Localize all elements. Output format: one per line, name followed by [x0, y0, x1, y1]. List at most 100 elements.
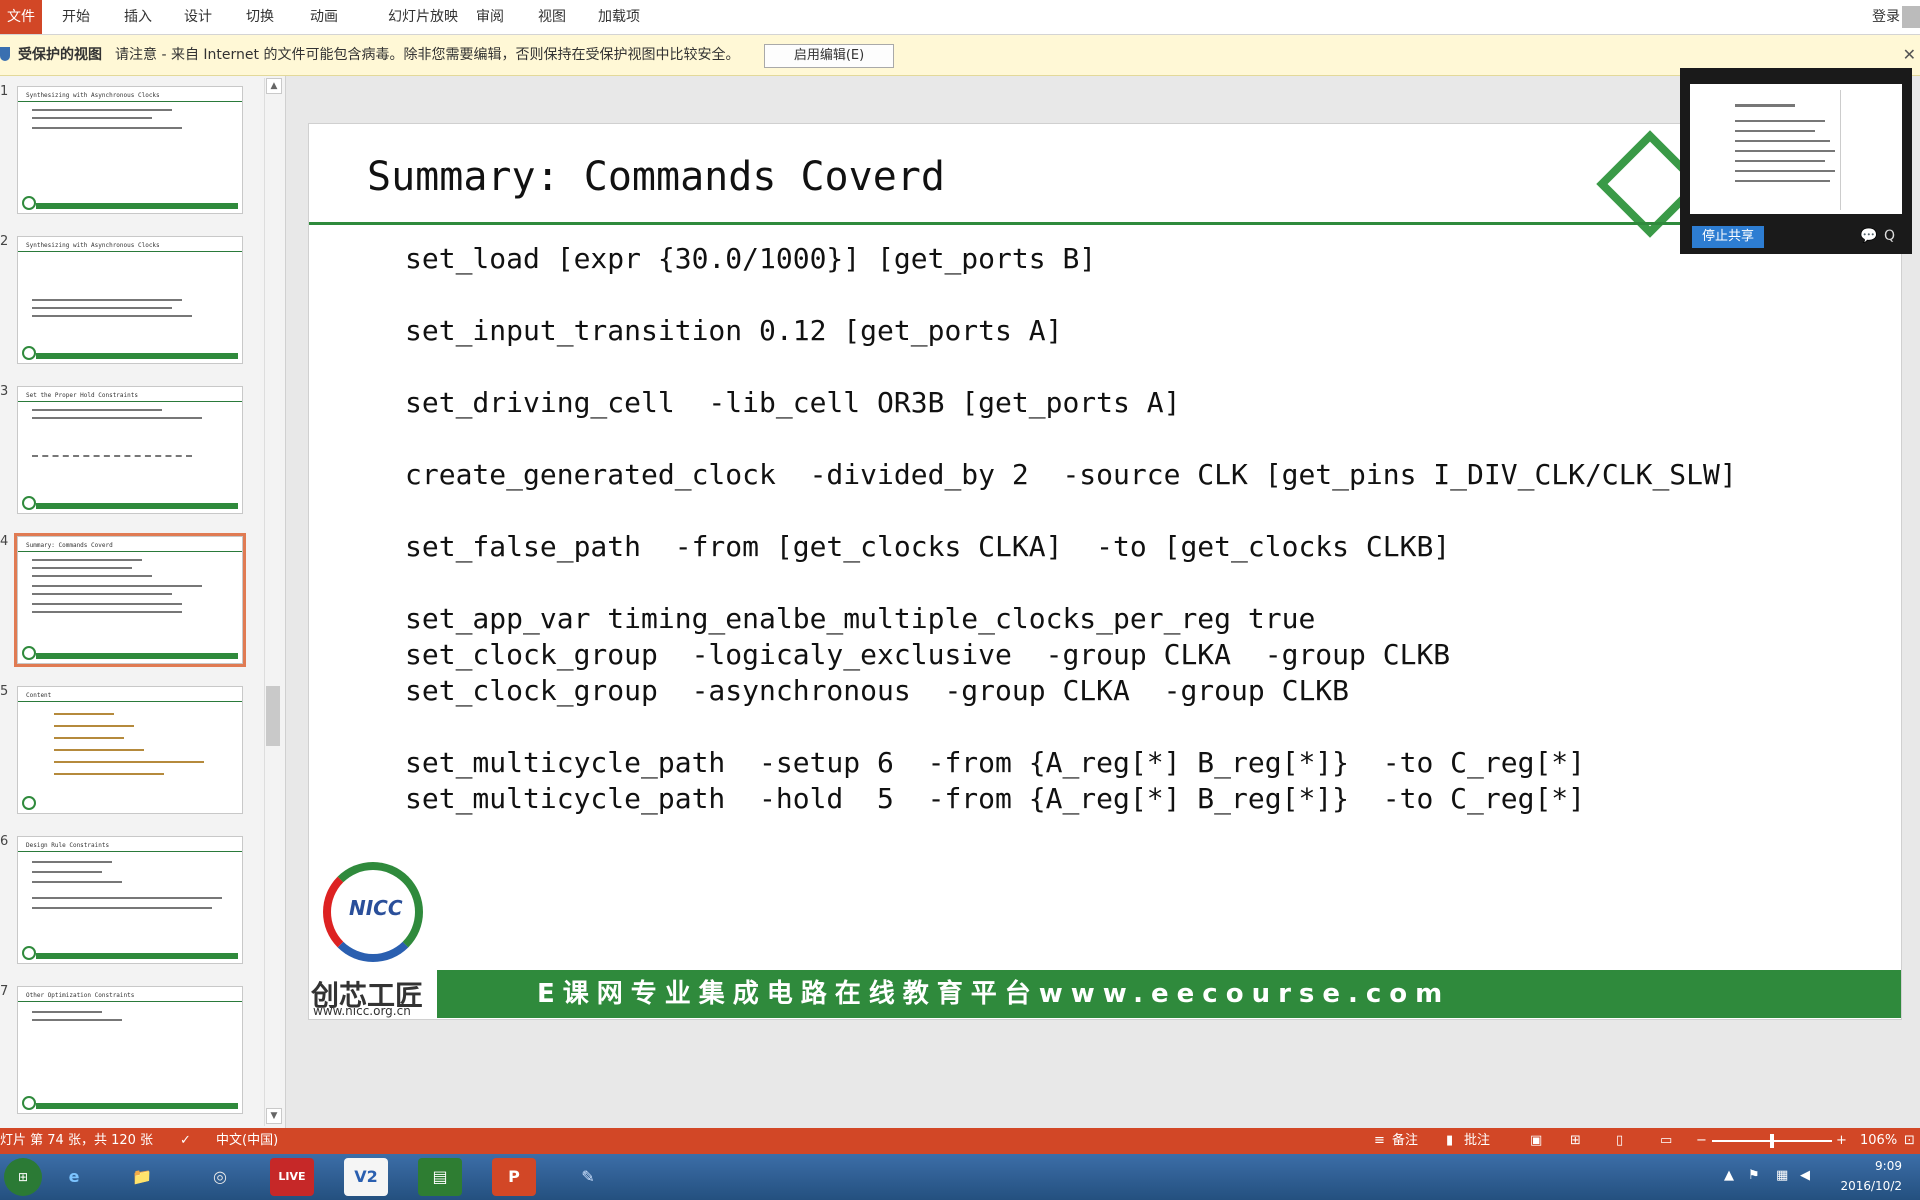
scrollbar-thumb[interactable]: [266, 686, 280, 746]
protected-view-message: 请注意 - 来自 Internet 的文件可能包含病毒。除非您需要编辑，否则保持…: [115, 47, 740, 63]
slide-thumbnail-6[interactable]: Design Rule Constraints: [17, 836, 243, 964]
spellcheck-icon[interactable]: ✓: [180, 1128, 191, 1154]
command-line[interactable]: set_app_var timing_enalbe_multiple_clock…: [405, 602, 1315, 635]
qa-icon[interactable]: Q: [1884, 228, 1895, 244]
thumb-text-line: [32, 861, 112, 863]
slide-counter: 灯片 第 74 张，共 120 张: [0, 1133, 154, 1148]
slide-thumbnail-5[interactable]: Content: [17, 686, 243, 814]
close-icon[interactable]: ✕: [1903, 45, 1916, 64]
tray-chevron-icon[interactable]: ▲: [1724, 1168, 1734, 1183]
tab-animations[interactable]: 动画: [310, 0, 338, 34]
thumb-title: Other Optimization Constraints: [26, 992, 135, 999]
command-line[interactable]: set_false_path -from [get_clocks CLKA] -…: [405, 530, 1450, 563]
windows-taskbar: ⊞ e 📁 ◎ LIVE V2 ▤ P ✎ ▲ ⚑ ▦ ◀ 9:09 2016/…: [0, 1154, 1920, 1200]
tab-design[interactable]: 设计: [184, 0, 212, 34]
command-line[interactable]: set_clock_group -asynchronous -group CLK…: [405, 674, 1349, 707]
command-line[interactable]: create_generated_clock -divided_by 2 -so…: [405, 458, 1737, 491]
thumb-number: 4: [0, 534, 9, 549]
start-button[interactable]: ⊞: [4, 1158, 42, 1196]
preview-slide: [1700, 90, 1841, 210]
preview-text-line: [1735, 130, 1815, 132]
thumb-title: Summary: Commands Coverd: [26, 542, 113, 549]
command-line[interactable]: set_multicycle_path -hold 5 -from {A_reg…: [405, 782, 1585, 815]
thumb-text-line: [32, 603, 182, 605]
thumb-text-line: [54, 713, 114, 715]
chrome-icon[interactable]: ◎: [198, 1158, 242, 1196]
normal-view-icon[interactable]: ▣: [1530, 1128, 1542, 1154]
volume-icon[interactable]: ◀: [1800, 1168, 1810, 1183]
network-icon[interactable]: ▦: [1776, 1168, 1788, 1183]
tab-view[interactable]: 视图: [538, 0, 566, 34]
scroll-up-icon[interactable]: ▲: [266, 78, 282, 94]
thumb-text-line: [32, 567, 132, 569]
slide-thumbnail-1[interactable]: Synthesizing with Asynchronous Clocks: [17, 86, 243, 214]
slide-sorter-icon[interactable]: ⊞: [1570, 1128, 1581, 1154]
thumb-banner: [36, 953, 238, 959]
thumbnails-scrollbar[interactable]: [264, 78, 283, 1126]
fit-slide-icon[interactable]: ⊡: [1904, 1128, 1915, 1154]
comments-button[interactable]: 批注: [1464, 1128, 1490, 1154]
slideshow-icon[interactable]: ▭: [1660, 1128, 1672, 1154]
v2-app-icon[interactable]: V2: [344, 1158, 388, 1196]
language-indicator[interactable]: 中文(中国): [216, 1128, 278, 1154]
scroll-down-icon[interactable]: ▼: [266, 1108, 282, 1124]
stop-sharing-button[interactable]: 停止共享: [1692, 226, 1764, 248]
ie-icon[interactable]: e: [52, 1158, 96, 1196]
thumb-text-line: [54, 749, 144, 751]
command-line[interactable]: set_load [expr {30.0/1000}] [get_ports B…: [405, 242, 1096, 275]
tab-transitions[interactable]: 切换: [246, 0, 274, 34]
avatar[interactable]: [1902, 6, 1920, 28]
thumb-text-line: [32, 409, 162, 411]
thumb-text-line: [32, 315, 192, 317]
command-line[interactable]: set_input_transition 0.12 [get_ports A]: [405, 314, 1062, 347]
preview-text-line: [1735, 180, 1830, 182]
slide-title[interactable]: Summary: Commands Coverd: [367, 154, 945, 200]
slide-thumbnail-2[interactable]: Synthesizing with Asynchronous Clocks: [17, 236, 243, 364]
thumb-title: Content: [26, 692, 52, 699]
powerpoint-icon[interactable]: P: [492, 1158, 536, 1196]
comments-icon[interactable]: ▮: [1446, 1128, 1453, 1154]
paint-app-icon[interactable]: ✎: [566, 1158, 610, 1196]
login-link[interactable]: 登录: [1872, 0, 1900, 34]
file-tab[interactable]: 文件: [0, 0, 42, 34]
live-app-icon[interactable]: LIVE: [270, 1158, 314, 1196]
tab-slideshow[interactable]: 幻灯片放映: [388, 0, 458, 34]
preview-title-line: [1735, 104, 1795, 107]
nicc-logo-text: NICC: [349, 896, 403, 920]
explorer-icon[interactable]: 📁: [120, 1158, 164, 1196]
slide-thumbnail-7[interactable]: Other Optimization Constraints: [17, 986, 243, 1114]
clock-time: 9:09: [1875, 1159, 1902, 1173]
tab-review[interactable]: 审阅: [476, 0, 504, 34]
protected-view-title: 受保护的视图: [18, 47, 102, 63]
system-clock[interactable]: 9:09 2016/10/2: [1840, 1156, 1902, 1196]
enable-editing-button[interactable]: 启用编辑(E): [764, 44, 894, 68]
notes-app-icon[interactable]: ▤: [418, 1158, 462, 1196]
thumb-text-line: [32, 585, 202, 587]
notes-icon[interactable]: ≡: [1374, 1128, 1385, 1154]
thumb-banner: [36, 503, 238, 509]
slide-thumbnail-4[interactable]: Summary: Commands Coverd: [14, 533, 246, 667]
zoom-in-icon[interactable]: +: [1836, 1128, 1847, 1154]
tab-addins[interactable]: 加载项: [598, 0, 640, 34]
slide-thumbnail-3[interactable]: Set the Proper Hold Constraints: [17, 386, 243, 514]
tab-insert[interactable]: 插入: [124, 0, 152, 34]
thumb-text-line: [32, 575, 152, 577]
notes-button[interactable]: 备注: [1392, 1128, 1418, 1154]
thumb-number: 3: [0, 384, 9, 399]
command-line[interactable]: set_multicycle_path -setup 6 -from {A_re…: [405, 746, 1585, 779]
zoom-level[interactable]: 106%: [1860, 1128, 1897, 1154]
thumb-logo-icon: [22, 496, 36, 510]
title-rule: [309, 222, 1901, 225]
tab-home[interactable]: 开始: [62, 0, 90, 34]
flag-icon[interactable]: ⚑: [1748, 1168, 1760, 1183]
thumb-waveform: [32, 443, 192, 457]
reading-view-icon[interactable]: ▯: [1616, 1128, 1623, 1154]
zoom-slider-knob[interactable]: [1770, 1134, 1774, 1148]
zoom-out-icon[interactable]: −: [1696, 1128, 1707, 1154]
command-line[interactable]: set_driving_cell -lib_cell OR3B [get_por…: [405, 386, 1180, 419]
chat-icon[interactable]: 💬: [1860, 228, 1877, 244]
command-line[interactable]: set_clock_group -logicaly_exclusive -gro…: [405, 638, 1450, 671]
thumb-logo-icon: [22, 196, 36, 210]
slide-canvas[interactable]: Summary: Commands Coverd set_load [expr …: [308, 123, 1902, 1020]
preview-text-line: [1735, 140, 1830, 142]
